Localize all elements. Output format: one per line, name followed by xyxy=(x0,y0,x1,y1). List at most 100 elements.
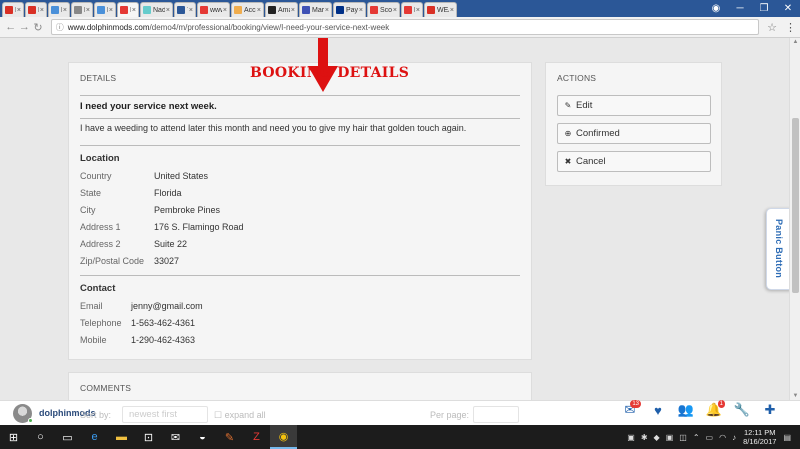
tab-close-icon[interactable]: × xyxy=(291,7,295,14)
browser-tab[interactable]: Li× xyxy=(71,2,93,17)
avatar[interactable] xyxy=(13,403,33,423)
clock[interactable]: 12:11 PM 8/16/2017 xyxy=(743,428,776,446)
chevron-up-icon[interactable]: ⌃ xyxy=(693,433,700,442)
users-icon[interactable]: 👥 xyxy=(672,402,700,418)
tab-close-icon[interactable]: × xyxy=(257,7,261,14)
account-icon[interactable]: ◉ xyxy=(704,3,728,14)
location-label: Zip/Postal Code xyxy=(80,256,145,266)
file-explorer-icon[interactable]: ▬ xyxy=(108,425,135,449)
browser-tab[interactable]: PayP× xyxy=(333,2,366,17)
battery-icon[interactable]: ▭ xyxy=(706,433,714,442)
tray-app-icon[interactable]: ◫ xyxy=(679,433,687,442)
browser-tab[interactable]: Scot× xyxy=(367,2,400,17)
tab-close-icon[interactable]: × xyxy=(86,7,90,14)
tab-close-icon[interactable]: × xyxy=(223,7,227,14)
mail-icon[interactable]: ✉ xyxy=(162,425,189,449)
scroll-up-icon[interactable]: ▲ xyxy=(791,39,800,45)
tab-close-icon[interactable]: × xyxy=(359,7,363,14)
browser-tab[interactable]: 76× xyxy=(174,2,196,17)
plus-icon[interactable]: ✚ xyxy=(756,402,784,418)
bluetooth-icon[interactable]: ✱ xyxy=(641,433,648,442)
browser-tab[interactable]: www× xyxy=(197,2,230,17)
tab-close-icon[interactable]: × xyxy=(450,7,454,14)
browser-tab[interactable]: WEA× xyxy=(424,2,457,17)
browser-menu-icon[interactable]: ⋮ xyxy=(785,21,796,34)
chrome-icon[interactable]: ◉ xyxy=(270,425,297,449)
tab-favicon-icon xyxy=(234,6,242,14)
expand-all-checkbox[interactable]: ☐ expand all xyxy=(214,410,266,421)
search-icon[interactable]: ○ xyxy=(27,425,54,449)
scroll-down-icon[interactable]: ▼ xyxy=(791,393,800,399)
messages-icon[interactable]: ✉ 13 xyxy=(616,400,644,418)
minimize-button[interactable]: ─ xyxy=(728,3,752,14)
tab-close-icon[interactable]: × xyxy=(63,7,67,14)
tab-close-icon[interactable]: × xyxy=(325,7,329,14)
scrollbar-thumb[interactable] xyxy=(792,118,799,293)
notifications-icon[interactable]: ▤ xyxy=(783,433,791,442)
divider xyxy=(80,145,520,146)
browser-tab[interactable]: Acco× xyxy=(231,2,264,17)
contact-row: Email jenny@gmail.com xyxy=(80,301,203,311)
page-scrollbar[interactable]: ▲ ▼ xyxy=(789,38,800,400)
booking-description: I have a weeding to attend later this mo… xyxy=(80,123,467,133)
url-host: www.dolphinmods.com xyxy=(67,22,150,32)
store-icon[interactable]: ⊡ xyxy=(135,425,162,449)
confirmed-button[interactable]: ⊕ Confirmed xyxy=(557,123,711,144)
address-bar: ← → ↻ ⓘ www.dolphinmods.com/demo4/m/prof… xyxy=(0,17,800,38)
edit-button[interactable]: ✎ Edit xyxy=(557,95,711,116)
forward-arrow-icon[interactable]: → xyxy=(18,21,32,33)
tab-close-icon[interactable]: × xyxy=(393,7,397,14)
info-icon[interactable]: ⓘ xyxy=(56,22,64,33)
browser-tab[interactable]: E× xyxy=(48,2,70,17)
tab-close-icon[interactable]: × xyxy=(132,7,136,14)
cancel-button[interactable]: ✖ Cancel xyxy=(557,151,711,172)
tab-label: I xyxy=(130,7,131,14)
heart-icon[interactable]: ♥ xyxy=(644,403,672,418)
browser-tab[interactable]: Ama× xyxy=(265,2,298,17)
url-input[interactable]: ⓘ www.dolphinmods.com/demo4/m/profession… xyxy=(50,19,760,35)
wifi-icon[interactable]: ◠ xyxy=(719,433,726,442)
tab-close-icon[interactable]: × xyxy=(416,7,420,14)
app-icon[interactable]: ◒ xyxy=(189,425,216,449)
bookmark-star-icon[interactable]: ☆ xyxy=(767,21,777,34)
sort-select[interactable]: newest first xyxy=(122,406,208,423)
tab-close-icon[interactable]: × xyxy=(109,7,113,14)
tray-app-icon[interactable]: ▣ xyxy=(666,433,674,442)
browser-tab[interactable]: In× xyxy=(2,2,24,17)
location-heading: Location xyxy=(80,153,120,164)
task-view-icon[interactable]: ▭ xyxy=(54,425,81,449)
per-page-select[interactable] xyxy=(473,406,519,423)
dropbox-icon[interactable]: ◆ xyxy=(654,433,660,442)
browser-tab[interactable]: Mar × xyxy=(299,2,332,17)
paint-icon[interactable]: ✎ xyxy=(216,425,243,449)
close-window-button[interactable]: ✕ xyxy=(776,3,800,14)
details-header: DETAILS xyxy=(80,73,117,83)
tab-close-icon[interactable]: × xyxy=(17,7,21,14)
volume-icon[interactable]: ♪ xyxy=(732,433,736,442)
bell-icon[interactable]: 🔔 1 xyxy=(700,400,728,418)
wrench-icon[interactable]: 🔧 xyxy=(728,402,756,418)
edge-browser-icon[interactable]: e xyxy=(81,425,108,449)
browser-tab[interactable]: D× xyxy=(401,2,423,17)
restore-button[interactable]: ❐ xyxy=(752,3,776,14)
tab-favicon-icon xyxy=(74,6,82,14)
tab-close-icon[interactable]: × xyxy=(166,7,170,14)
tab-close-icon[interactable]: × xyxy=(40,7,44,14)
tab-close-icon[interactable]: × xyxy=(189,7,193,14)
browser-tab[interactable]: I× xyxy=(117,2,139,17)
browser-tab[interactable]: Nad × xyxy=(140,2,173,17)
tab-label: Mar xyxy=(312,6,324,14)
browser-tab[interactable]: In× xyxy=(25,2,47,17)
filezilla-icon[interactable]: Z xyxy=(243,425,270,449)
back-arrow-icon[interactable]: ← xyxy=(4,21,18,33)
time: 12:11 PM xyxy=(743,428,776,437)
location-row: Country United States xyxy=(80,171,208,181)
contact-row: Mobile 1-290-462-4363 xyxy=(80,335,195,345)
reload-icon[interactable]: ↻ xyxy=(31,21,45,34)
app-tray-icon[interactable]: ▣ xyxy=(627,433,635,442)
windows-start-icon[interactable]: ⊞ xyxy=(0,425,27,449)
expand-all-label: expand all xyxy=(224,410,266,420)
close-icon: ✖ xyxy=(564,157,572,166)
tab-label: WEA xyxy=(437,6,449,14)
browser-tab[interactable]: Li× xyxy=(94,2,116,17)
